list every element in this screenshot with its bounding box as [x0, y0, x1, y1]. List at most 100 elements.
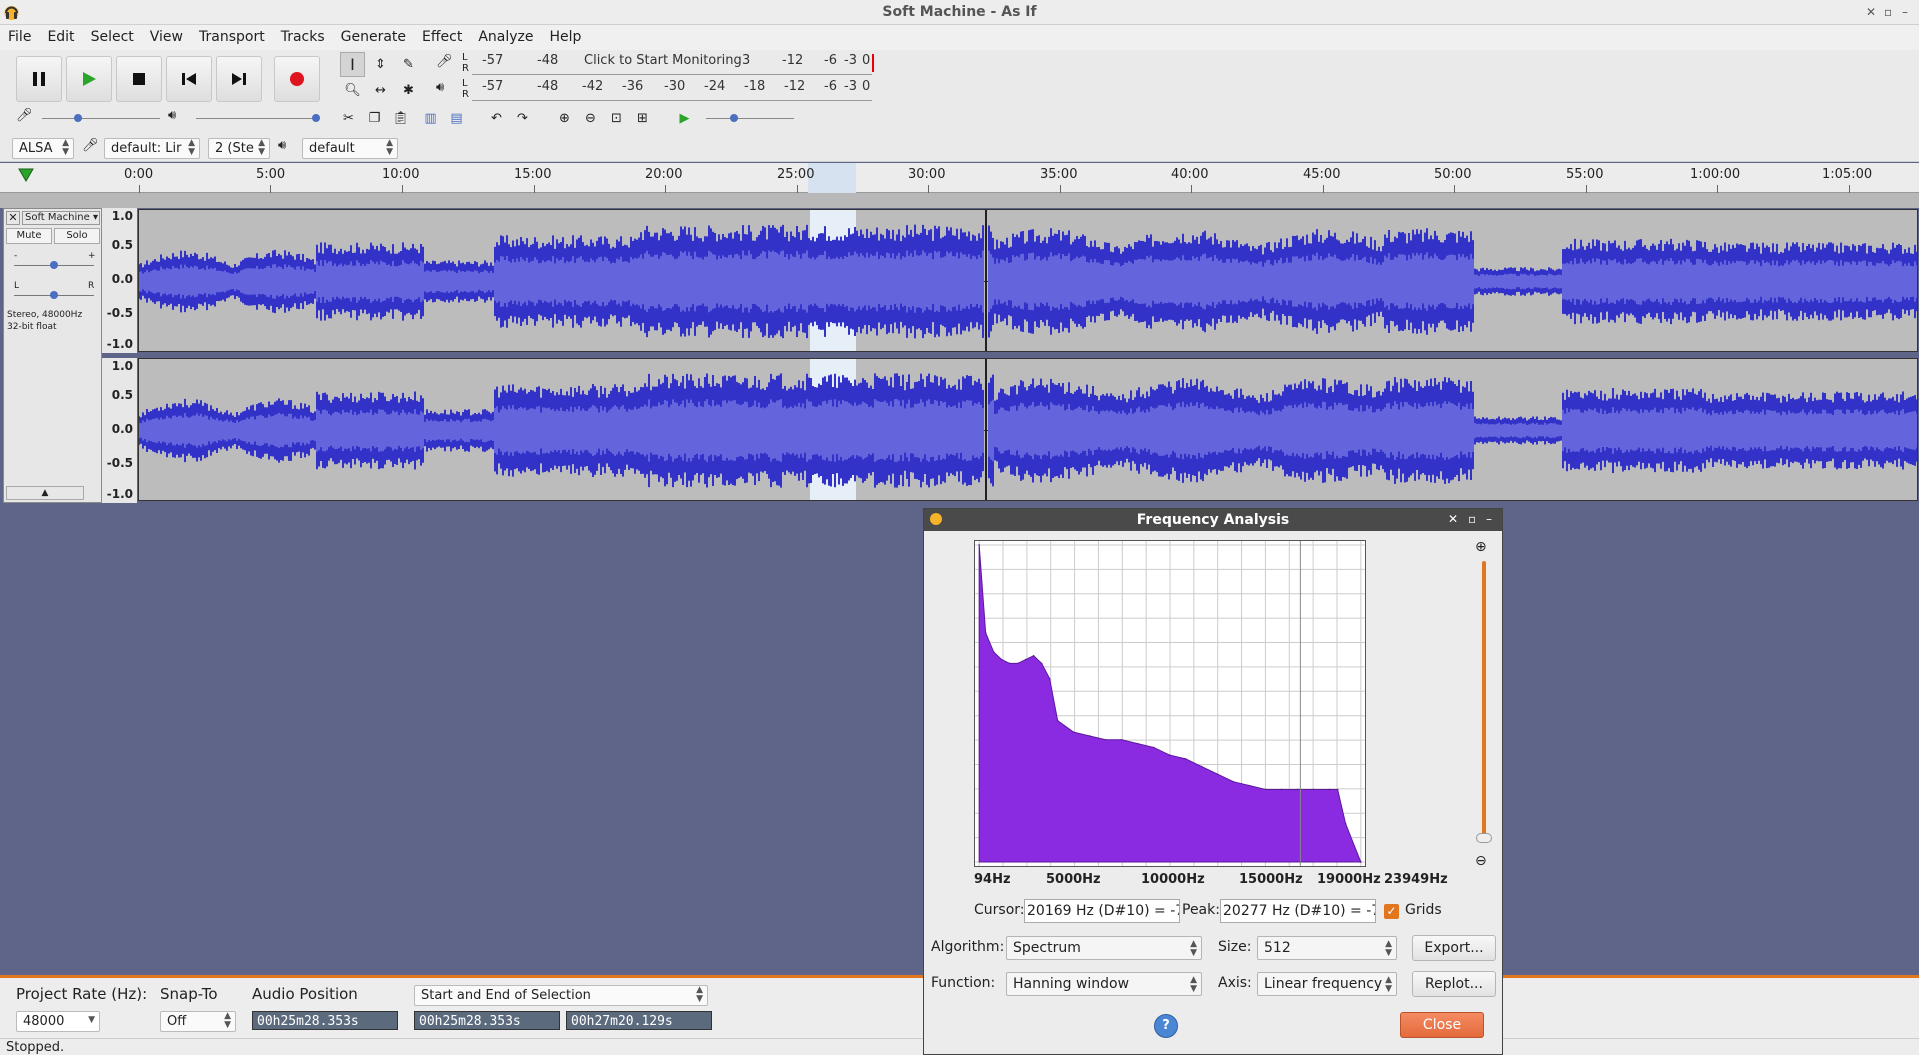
- play-icon: [83, 72, 96, 86]
- audio-host-select[interactable]: ALSA ▲ ▼: [12, 138, 74, 159]
- restore-window-icon[interactable]: ▫: [1884, 5, 1892, 19]
- selection-tool[interactable]: I: [340, 52, 365, 77]
- spectrum-point: [1232, 781, 1235, 783]
- spectrum-plot[interactable]: [974, 540, 1366, 867]
- record-button[interactable]: [274, 56, 320, 102]
- dialog-maximize-icon[interactable]: ▫: [1468, 512, 1476, 526]
- zoom-in-magnifier-icon[interactable]: ⊕: [1475, 539, 1487, 555]
- time-shift-tool[interactable]: ↔: [368, 78, 393, 103]
- playback-meter-icon[interactable]: 🔊︎: [436, 80, 444, 95]
- recording-volume-thumb[interactable]: [74, 114, 82, 122]
- record-meter-icon[interactable]: 🎤︎: [436, 54, 453, 69]
- silence-button[interactable]: ▤: [444, 106, 469, 131]
- fit-project-button[interactable]: ⊞: [630, 106, 655, 131]
- function-select[interactable]: Hanning window ▲ ▼: [1006, 972, 1202, 996]
- skip-to-start-button[interactable]: [166, 56, 212, 102]
- solo-button[interactable]: Solo: [54, 228, 100, 244]
- zoom-out-magnifier-icon[interactable]: ⊖: [1475, 853, 1487, 869]
- recording-channels-select[interactable]: 2 (Ste ▲ ▼: [208, 138, 270, 159]
- play-at-speed-button[interactable]: ▶: [672, 106, 697, 131]
- copy-button[interactable]: ❐: [362, 106, 387, 131]
- playback-volume-slider[interactable]: [196, 118, 316, 119]
- menu-analyze[interactable]: Analyze: [470, 25, 541, 50]
- x-tick-label: 15000Hz: [1239, 872, 1303, 887]
- gain-slider-thumb[interactable]: [50, 261, 58, 269]
- selection-mode-select[interactable]: Start and End of Selection ▲ ▼: [414, 985, 708, 1006]
- collapse-track-button[interactable]: ▲: [6, 486, 84, 500]
- playback-volume-icon: 🔊︎: [168, 108, 177, 123]
- algorithm-select[interactable]: Spectrum ▲ ▼: [1006, 936, 1202, 960]
- menu-transport[interactable]: Transport: [191, 25, 273, 50]
- snap-to-select[interactable]: Off ▲ ▼: [160, 1011, 236, 1032]
- export-button[interactable]: Export...: [1412, 935, 1496, 961]
- playback-volume-thumb[interactable]: [312, 114, 320, 122]
- replot-button[interactable]: Replot...: [1412, 971, 1496, 997]
- axis-select[interactable]: Linear frequency ▲ ▼: [1257, 972, 1397, 996]
- recording-volume-slider[interactable]: [42, 118, 160, 119]
- help-button[interactable]: ?: [1154, 1014, 1178, 1038]
- menu-effect[interactable]: Effect: [414, 25, 470, 50]
- close-button[interactable]: Close: [1400, 1012, 1484, 1038]
- fit-selection-button[interactable]: ⊡: [604, 106, 629, 131]
- menu-help[interactable]: Help: [542, 25, 590, 50]
- peak-label: Peak:: [1182, 902, 1220, 918]
- undo-button[interactable]: ↶: [484, 106, 509, 131]
- trim-button[interactable]: ▥: [418, 106, 443, 131]
- mute-button[interactable]: Mute: [6, 228, 52, 244]
- zoom-slider-thumb[interactable]: [1476, 833, 1492, 843]
- zoom-slider-track[interactable]: [1482, 561, 1486, 841]
- selection-end-time[interactable]: 00h27m20.129s: [566, 1011, 712, 1030]
- zoom-tool[interactable]: 🔍︎: [340, 78, 365, 103]
- paste-button[interactable]: 📋︎: [388, 106, 413, 131]
- menu-select[interactable]: Select: [83, 25, 142, 50]
- track-name-menu[interactable]: Soft Machine ▾: [22, 211, 100, 225]
- skip-start-icon: [182, 73, 196, 85]
- audio-position-label: Audio Position: [252, 985, 358, 1003]
- waveform-channel-right[interactable]: [138, 358, 1918, 501]
- pause-button[interactable]: [16, 56, 62, 102]
- playback-device-select[interactable]: default ▲ ▼: [302, 138, 398, 159]
- axis-label: Axis:: [1218, 975, 1252, 991]
- peak-value-field[interactable]: 20277 Hz (D#10) = -7: [1220, 899, 1376, 923]
- play-speed-thumb[interactable]: [730, 114, 738, 122]
- redo-button[interactable]: ↷: [510, 106, 535, 131]
- menu-generate[interactable]: Generate: [333, 25, 414, 50]
- cut-button[interactable]: ✂: [336, 106, 361, 131]
- selection-start-time[interactable]: 00h25m28.353s: [414, 1011, 560, 1030]
- menu-edit[interactable]: Edit: [39, 25, 82, 50]
- pan-slider-thumb[interactable]: [50, 291, 58, 299]
- minimize-window-icon[interactable]: –: [1902, 5, 1908, 19]
- record-meter[interactable]: -57 -48 Click to Start Monitoring 3 -12 …: [472, 53, 872, 75]
- recording-device-select[interactable]: default: Lir ▲ ▼: [104, 138, 200, 159]
- project-rate-combo[interactable]: 48000 ▼: [16, 1011, 100, 1032]
- dialog-close-icon[interactable]: ✕: [1448, 512, 1458, 526]
- waveform-left: [139, 210, 1917, 351]
- play-speed-slider[interactable]: [706, 118, 794, 119]
- draw-tool[interactable]: ✎: [396, 52, 421, 77]
- spectrum-point: [1360, 861, 1362, 863]
- cursor-value-field[interactable]: 20169 Hz (D#10) = -7: [1024, 899, 1180, 923]
- skip-to-end-button[interactable]: [216, 56, 262, 102]
- play-head-icon[interactable]: [18, 168, 34, 182]
- envelope-tool[interactable]: ⇕: [368, 52, 393, 77]
- menu-tracks[interactable]: Tracks: [273, 25, 333, 50]
- play-button[interactable]: [66, 56, 112, 102]
- timeline-ruler[interactable]: 0:00 5:00 10:00 15:00 20:00 25:00 30:00 …: [0, 163, 1919, 193]
- record-meter-channels: LR: [462, 52, 469, 74]
- dialog-minimize-icon[interactable]: –: [1486, 512, 1492, 526]
- zoom-in-button[interactable]: ⊕: [552, 106, 577, 131]
- waveform-channel-left[interactable]: [138, 209, 1918, 352]
- audio-position-time[interactable]: 00h25m28.353s: [252, 1011, 398, 1030]
- playback-meter[interactable]: -57 -48 -42 -36 -30 -24 -18 -12 -6 -3 0: [472, 79, 872, 101]
- multi-tool[interactable]: ✱: [396, 78, 421, 103]
- size-select[interactable]: 512 ▲ ▼: [1257, 936, 1397, 960]
- menu-file[interactable]: File: [0, 25, 39, 50]
- menu-view[interactable]: View: [142, 25, 191, 50]
- track-close-button[interactable]: ✕: [6, 211, 20, 225]
- i-beam-icon: I: [350, 55, 355, 74]
- stop-button[interactable]: [116, 56, 162, 102]
- grids-checkbox[interactable]: ✓: [1384, 904, 1399, 919]
- spectrum-point: [1136, 742, 1139, 745]
- zoom-out-button[interactable]: ⊖: [578, 106, 603, 131]
- close-window-icon[interactable]: ✕: [1866, 5, 1876, 19]
